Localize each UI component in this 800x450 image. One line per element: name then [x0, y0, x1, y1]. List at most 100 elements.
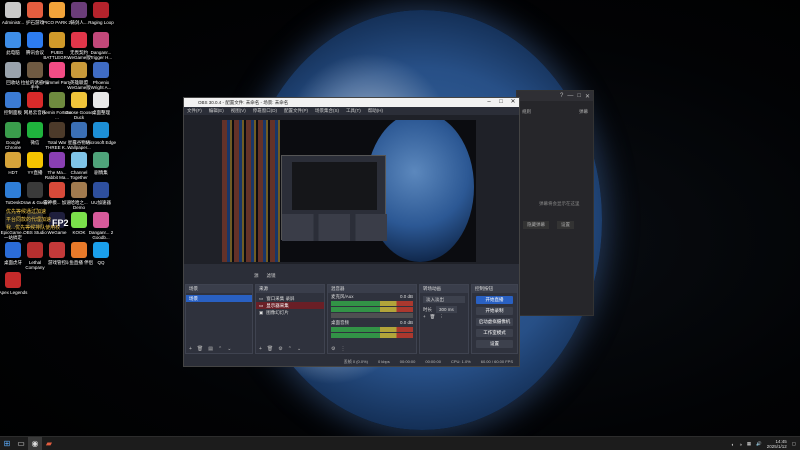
desktop-icon[interactable]: Apex Legends	[0, 272, 28, 312]
start-button[interactable]: ⊞	[0, 437, 14, 450]
transitions-dock: 转场动画 淡入淡出 时长 300 ms + 🗑 ⋮	[419, 284, 469, 354]
tab-filters[interactable]: 滤镜	[267, 273, 276, 281]
down-icon[interactable]: ⌄	[227, 346, 231, 352]
close-icon[interactable]: ✕	[585, 93, 590, 100]
side-popup-window[interactable]: ? — □ ✕ 规则 弹幕 弹幕将会显示在这里 隐藏弹幕 设置	[516, 90, 594, 316]
preview-statusline	[184, 264, 519, 270]
more-icon[interactable]: ⋮	[439, 313, 444, 320]
app-icon	[49, 32, 65, 48]
maximize-icon[interactable]: □	[577, 93, 581, 99]
app-icon	[93, 242, 109, 258]
tray-app-icon[interactable]: ◐	[731, 442, 734, 447]
desktop-icon-label: Danganr... Trigger H...	[89, 50, 113, 60]
hide-danmu-button[interactable]: 隐藏弹幕	[523, 221, 549, 229]
start-streaming-button[interactable]: 开始直播	[476, 296, 513, 304]
sources-header: 来源	[256, 285, 324, 293]
add-icon[interactable]: +	[259, 346, 262, 352]
minimize-icon[interactable]: –	[483, 98, 495, 107]
up-icon[interactable]: ⌃	[218, 346, 222, 352]
clock[interactable]: 14:45 2025/1/12	[767, 439, 787, 449]
overlay-tag: FP2	[52, 218, 69, 228]
desktop-icon-label: QQ	[97, 260, 105, 265]
preview-nested-obs	[281, 155, 387, 241]
app-icon	[5, 152, 21, 168]
menu-view[interactable]: 视图(V)	[231, 108, 246, 114]
controls-dock: 控制按钮 开始直播 开始录制 启动虚拟摄像机 工作室模式 设置	[471, 284, 518, 354]
advanced-audio-icon[interactable]: ⚙	[331, 346, 335, 352]
taskbar: ⊞ ▭ ◉ ▰ ◐ ◑ ▦ 🔊 14:45 2025/1/12 ▢	[0, 436, 800, 450]
notification-icon[interactable]: ▢	[792, 441, 796, 447]
duration-input[interactable]: 300 ms	[436, 306, 457, 313]
obs-taskbar-icon[interactable]: ◉	[28, 436, 42, 450]
volume-icon[interactable]: 🔊	[756, 441, 762, 447]
dropped-frames: 丢帧 0 (0.0%)	[343, 359, 368, 364]
close-icon[interactable]: ✕	[507, 98, 519, 107]
config-icon[interactable]: ▤	[208, 346, 213, 352]
tray-app-icon[interactable]: ◑	[739, 442, 742, 447]
obs-window[interactable]: OBS 30.0.4 - 配置文件: 未命名 - 场景: 未命名 – □ ✕ 文…	[183, 97, 520, 367]
start-virtual-camera-button[interactable]: 启动虚拟摄像机	[476, 318, 513, 326]
tab-sources[interactable]: 源	[254, 273, 259, 281]
transition-select[interactable]: 淡入淡出	[423, 296, 465, 303]
program-preview[interactable]	[222, 120, 476, 262]
volume-slider[interactable]	[331, 313, 413, 318]
studio-mode-button[interactable]: 工作室模式	[476, 329, 513, 337]
side-window-titlebar[interactable]: ? — □ ✕	[517, 91, 593, 101]
danmu-settings-button[interactable]: 设置	[557, 221, 574, 229]
clock-date: 2025/1/12	[766, 444, 787, 449]
add-icon[interactable]: +	[423, 313, 426, 320]
app-icon	[27, 32, 43, 48]
mixer-channel: 麦克风/Aux 0.0 dB	[328, 293, 416, 300]
rules-tab[interactable]: 规则	[522, 109, 531, 115]
side-window-actions: 隐藏弹幕 设置	[523, 221, 574, 229]
app-icon	[93, 2, 109, 18]
maximize-icon[interactable]: □	[495, 98, 507, 107]
menu-file[interactable]: 文件(F)	[187, 108, 202, 114]
desktop-icon-label: Apex Legends	[0, 290, 28, 295]
source-item[interactable]: ▣ 图像幻灯片	[256, 309, 324, 316]
app-icon	[49, 2, 65, 18]
menu-profile[interactable]: 配置文件(P)	[284, 108, 308, 114]
delete-icon[interactable]: 🗑	[267, 346, 273, 352]
app-icon	[71, 62, 87, 78]
menu-edit[interactable]: 编辑(E)	[209, 108, 224, 114]
scene-item[interactable]: 场景	[186, 295, 252, 302]
up-icon[interactable]: ⌃	[288, 346, 292, 352]
controls-header: 控制按钮	[472, 285, 517, 293]
preview-desktop-icons	[222, 120, 282, 262]
more-icon[interactable]: ⋮	[340, 346, 345, 352]
menu-docks[interactable]: 停靠窗口(D)	[253, 108, 277, 114]
delete-icon[interactable]: 🗑	[197, 346, 203, 352]
source-item[interactable]: ▭ 窗口采集 录屏	[256, 295, 324, 302]
app-icon	[5, 2, 21, 18]
danmu-tab[interactable]: 弹幕	[579, 109, 588, 115]
source-item[interactable]: ▭ 显示器采集	[256, 302, 324, 309]
obs-titlebar[interactable]: OBS 30.0.4 - 配置文件: 未命名 - 场景: 未命名 – □ ✕	[184, 98, 519, 107]
menu-help[interactable]: 帮助(H)	[368, 108, 383, 114]
app-icon	[49, 182, 65, 198]
app-icon	[71, 32, 87, 48]
channel-name: 麦克风/Aux	[331, 294, 354, 299]
delete-icon[interactable]: 🗑	[430, 313, 436, 320]
obs-menubar: 文件(F) 编辑(E) 视图(V) 停靠窗口(D) 配置文件(P) 场景集合(S…	[184, 107, 519, 115]
app-taskbar-icon[interactable]: ▰	[42, 437, 56, 450]
help-icon[interactable]: ?	[560, 93, 563, 99]
task-view-icon[interactable]: ▭	[14, 437, 28, 450]
volume-meter	[331, 327, 413, 332]
down-icon[interactable]: ⌄	[297, 346, 301, 352]
menu-scene-collection[interactable]: 场景集合(S)	[315, 108, 339, 114]
add-icon[interactable]: +	[189, 346, 192, 352]
minimize-icon[interactable]: —	[567, 93, 573, 99]
channel-db: 0.0 dB	[399, 320, 413, 325]
network-icon[interactable]: ▦	[747, 441, 751, 447]
app-icon	[71, 92, 87, 108]
menu-tools[interactable]: 工具(T)	[346, 108, 361, 114]
desktop-icon[interactable]: QQ	[88, 242, 114, 282]
gear-icon[interactable]: ⚙	[278, 346, 282, 352]
app-icon	[71, 2, 87, 18]
transitions-header: 转场动画	[420, 285, 468, 293]
fps-readout: 60.00 / 60.00 FPS	[480, 359, 513, 364]
desktop-icon-label: Microsoft Edge	[86, 140, 116, 145]
start-recording-button[interactable]: 开始录制	[476, 307, 513, 315]
settings-button[interactable]: 设置	[476, 340, 513, 348]
